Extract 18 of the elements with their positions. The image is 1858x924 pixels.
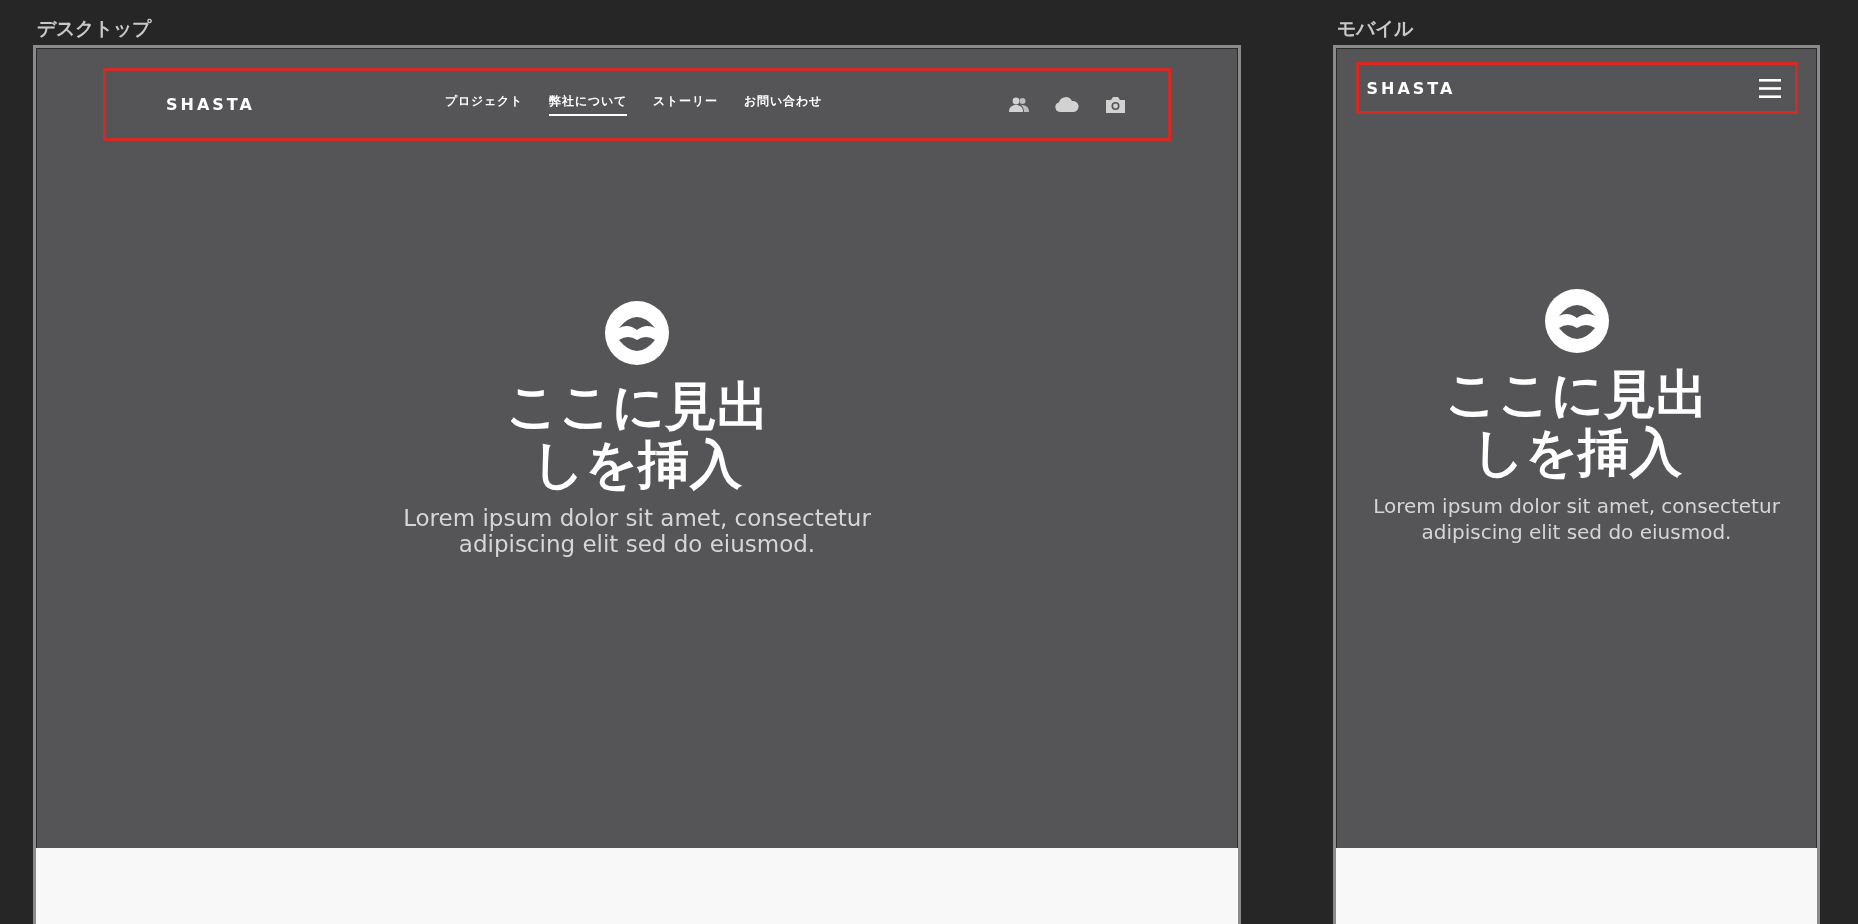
nav-link[interactable]: 弊社について — [548, 93, 627, 116]
camera-icon[interactable] — [1105, 96, 1126, 113]
people-icon[interactable] — [1009, 97, 1029, 112]
logo-mark-icon — [1544, 289, 1609, 353]
hero-heading: ここに見出 しを挿入 — [505, 377, 769, 493]
nav-link[interactable]: プロジェクト — [444, 93, 523, 116]
cloud-icon[interactable] — [1055, 97, 1079, 112]
menu-icon[interactable] — [1758, 78, 1781, 98]
frame-label: デスクトップ — [36, 16, 153, 41]
hero-heading: ここに見出 しを挿入 — [1445, 365, 1708, 481]
nav-link[interactable]: お問い合わせ — [743, 93, 822, 116]
logo-text[interactable]: SHASTA — [166, 95, 255, 114]
logo-text[interactable]: SHASTA — [1366, 78, 1456, 98]
hero-text: Lorem ipsum dolor sit amet, consectetur adipiscing elit sed do eiusmod. — [1373, 493, 1780, 545]
logo-mark-icon — [605, 301, 669, 365]
nav-link[interactable]: ストーリー — [652, 93, 718, 116]
hero-text: Lorem ipsum dolor sit amet, consectetur adipiscing elit sed do eiusmod. — [403, 505, 871, 557]
frame-label: モバイル — [1336, 16, 1414, 41]
